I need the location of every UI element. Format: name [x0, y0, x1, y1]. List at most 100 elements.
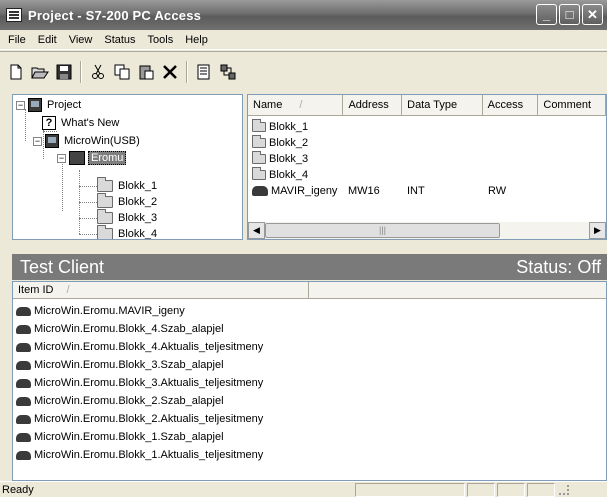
client-item[interactable]: MicroWin.Eromu.MAVIR_igeny: [13, 302, 606, 320]
item-access: RW: [488, 185, 507, 197]
client-item[interactable]: MicroWin.Eromu.Blokk_3.Szab_alapjel: [13, 356, 606, 374]
client-list-header: Item ID /: [13, 282, 606, 299]
item-name: MAVIR_igeny: [271, 185, 338, 197]
tree-item-folder[interactable]: Blokk_3: [97, 209, 159, 226]
save-button[interactable]: [52, 61, 75, 83]
status-panel: [355, 482, 465, 497]
menu-edit[interactable]: Edit: [32, 30, 63, 50]
client-item[interactable]: MicroWin.Eromu.Blokk_2.Szab_alapjel: [13, 392, 606, 410]
properties-button[interactable]: [192, 61, 215, 83]
open-icon: [30, 67, 49, 78]
title-bar[interactable]: Project - S7-200 PC Access _ □ ✕: [0, 0, 607, 30]
tree-label: Eromu: [88, 151, 127, 165]
maximize-button[interactable]: □: [559, 4, 580, 25]
item-name: Blokk_3: [269, 153, 309, 165]
client-item[interactable]: MicroWin.Eromu.Blokk_1.Aktualis_teljesit…: [13, 446, 606, 464]
menu-status[interactable]: Status: [98, 30, 141, 50]
horizontal-scrollbar[interactable]: ◀ ||| ▶: [248, 222, 606, 239]
sort-indicator: /: [299, 99, 303, 111]
client-item[interactable]: MicroWin.Eromu.Blokk_1.Szab_alapjel: [13, 428, 606, 446]
tree-item-folder[interactable]: Blokk_1: [97, 177, 159, 194]
client-item[interactable]: MicroWin.Eromu.Blokk_4.Aktualis_teljesit…: [13, 338, 606, 356]
scroll-right-button[interactable]: ▶: [589, 222, 606, 239]
paste-icon: [139, 65, 153, 79]
items-list[interactable]: Name / Address Data Type Access Comment …: [247, 94, 607, 240]
scrollbar-thumb[interactable]: |||: [265, 223, 500, 238]
folder-icon: [97, 225, 113, 239]
folder-icon: [252, 167, 266, 180]
tree-label: Blokk_2: [118, 196, 158, 208]
tree-label: Project: [47, 99, 82, 111]
tree-item-microwin[interactable]: − MicroWin(USB): [33, 133, 142, 149]
item-data-type: INT: [407, 185, 425, 197]
project-tree[interactable]: − Project ? What's New − MicroWin(USB) −…: [12, 94, 243, 240]
resize-grip-icon[interactable]: [557, 483, 571, 497]
delete-button[interactable]: [158, 61, 181, 83]
tree-item-folder[interactable]: Blokk_4: [97, 225, 159, 239]
scrollbar-track[interactable]: |||: [265, 222, 589, 239]
test-client-button[interactable]: [216, 61, 239, 83]
menu-file[interactable]: File: [2, 30, 32, 50]
folder-icon: [252, 135, 266, 148]
collapse-icon[interactable]: −: [57, 153, 66, 163]
open-button[interactable]: [28, 61, 51, 83]
menu-help[interactable]: Help: [179, 30, 214, 50]
cut-icon: [91, 64, 104, 79]
item-icon: [16, 378, 31, 388]
help-icon: ?: [42, 116, 56, 130]
tree-label: Blokk_1: [118, 180, 158, 192]
item-address: MW16: [348, 185, 380, 197]
tree-label: What's New: [61, 117, 120, 129]
list-row[interactable]: MAVIR_igeny MW16 INT RW: [248, 183, 606, 199]
collapse-icon[interactable]: −: [16, 100, 25, 110]
close-button[interactable]: ✕: [582, 4, 603, 25]
list-row[interactable]: Blokk_3: [248, 151, 606, 167]
item-name: Blokk_2: [269, 137, 309, 149]
collapse-icon[interactable]: −: [33, 136, 42, 146]
tree-item-whats-new[interactable]: ? What's New: [42, 115, 121, 131]
item-id: MicroWin.Eromu.Blokk_4.Szab_alapjel: [34, 323, 224, 335]
column-header-name[interactable]: Name /: [248, 95, 344, 115]
item-id: MicroWin.Eromu.Blokk_1.Szab_alapjel: [34, 431, 224, 443]
item-id: MicroWin.Eromu.Blokk_2.Aktualis_teljesit…: [34, 413, 264, 425]
column-header-data-type[interactable]: Data Type: [402, 95, 483, 115]
sort-indicator: /: [66, 284, 70, 296]
status-bar: Ready: [0, 481, 607, 497]
column-header-comment[interactable]: Comment: [538, 95, 606, 115]
item-id: MicroWin.Eromu.Blokk_4.Aktualis_teljesit…: [34, 341, 264, 353]
cut-button[interactable]: [86, 61, 109, 83]
test-client-header: Test Client Status: Off: [12, 254, 607, 280]
tree-item-project[interactable]: − Project: [16, 97, 83, 113]
folder-icon: [97, 177, 113, 192]
new-icon: [10, 64, 21, 79]
minimize-button[interactable]: _: [536, 4, 557, 25]
test-client-list[interactable]: Item ID / MicroWin.Eromu.MAVIR_igeny Mic…: [12, 281, 607, 481]
client-item[interactable]: MicroWin.Eromu.Blokk_2.Aktualis_teljesit…: [13, 410, 606, 428]
column-header-item-id[interactable]: Item ID /: [13, 282, 309, 298]
project-icon: [28, 98, 42, 112]
list-row[interactable]: Blokk_2: [248, 135, 606, 151]
save-icon: [56, 64, 71, 79]
scroll-left-button[interactable]: ◀: [248, 222, 265, 239]
item-icon: [16, 432, 31, 442]
test-client-icon: [220, 64, 235, 79]
item-icon: [16, 342, 31, 352]
list-row[interactable]: Blokk_1: [248, 119, 606, 135]
delete-icon: [162, 64, 177, 79]
list-row[interactable]: Blokk_4: [248, 167, 606, 183]
column-header-address[interactable]: Address: [343, 95, 403, 115]
menu-bar: File Edit View Status Tools Help: [0, 30, 607, 50]
tree-item-folder[interactable]: Blokk_2: [97, 193, 159, 210]
paste-button[interactable]: [134, 61, 157, 83]
client-item[interactable]: MicroWin.Eromu.Blokk_4.Szab_alapjel: [13, 320, 606, 338]
menu-view[interactable]: View: [63, 30, 99, 50]
tree-item-eromu[interactable]: − Eromu: [57, 150, 127, 166]
column-header-access[interactable]: Access: [483, 95, 539, 115]
plc-icon: [69, 151, 85, 165]
network-icon: [45, 134, 59, 148]
menu-tools[interactable]: Tools: [142, 30, 180, 50]
client-item[interactable]: MicroWin.Eromu.Blokk_3.Aktualis_teljesit…: [13, 374, 606, 392]
item-icon: [16, 396, 31, 406]
copy-button[interactable]: [110, 61, 133, 83]
new-button[interactable]: [4, 61, 27, 83]
